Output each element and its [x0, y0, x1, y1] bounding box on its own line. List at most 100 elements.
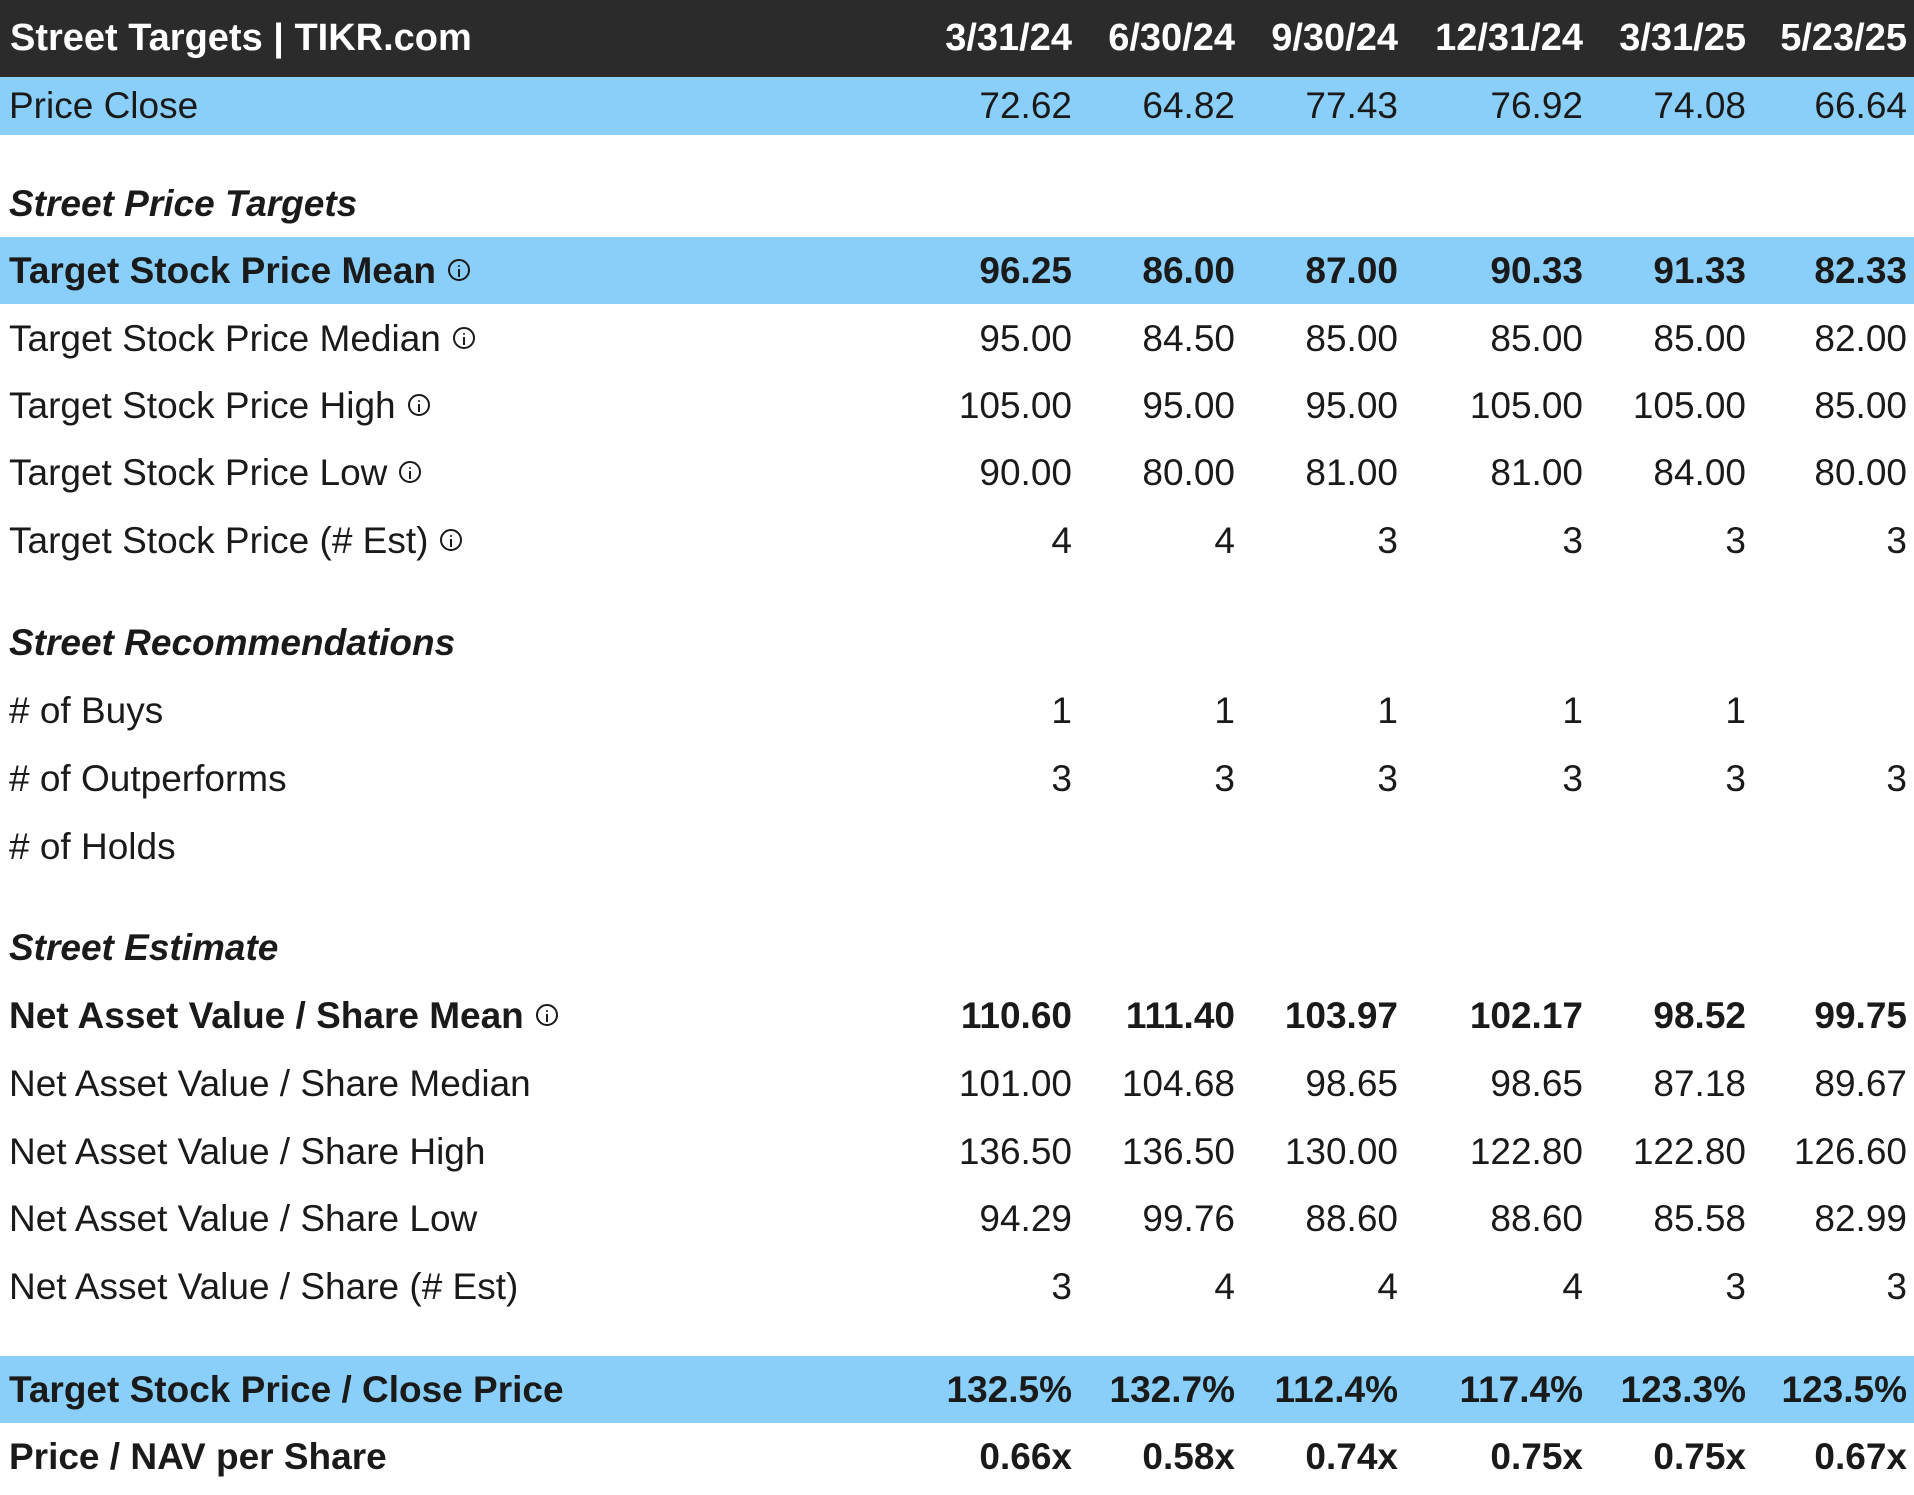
row-value: 0.74x [1305, 1436, 1398, 1477]
row-value: 136.50 [1121, 1131, 1235, 1172]
row-value: 3 [1886, 520, 1907, 561]
row-label: Price / NAV per Share [9, 1436, 387, 1477]
row-value: 91.33 [1653, 250, 1746, 291]
row-value: 95.00 [1305, 385, 1398, 426]
row-label: Net Asset Value / Share High [9, 1131, 486, 1172]
row-value: 99.75 [1814, 995, 1907, 1036]
column-header-date: 3/31/24 [945, 17, 1072, 59]
info-icon[interactable] [452, 327, 475, 350]
row-value: 90.00 [979, 452, 1072, 493]
column-header-date: 12/31/24 [1435, 17, 1583, 59]
target-low-row: Target Stock Price Low 90.00 80.00 81.00… [0, 439, 1914, 506]
table-header: Street Targets | TIKR.com 3/31/24 6/30/2… [0, 0, 1914, 77]
info-icon[interactable] [448, 259, 471, 282]
target-high-row: Target Stock Price High 105.00 95.00 95.… [0, 372, 1914, 439]
row-value: 80.00 [1814, 452, 1907, 493]
row-value: 3 [1562, 758, 1583, 799]
row-label: # of Holds [9, 826, 176, 867]
info-icon[interactable] [440, 529, 463, 552]
row-label: Target Stock Price / Close Price [9, 1369, 564, 1410]
row-value: 112.4% [1274, 1369, 1398, 1410]
row-value: 85.00 [1305, 318, 1398, 359]
row-value: 84.00 [1653, 452, 1746, 493]
row-value: 122.80 [1632, 1131, 1746, 1172]
nav-mean-row: Net Asset Value / Share Mean 110.60 111.… [0, 982, 1914, 1049]
column-header-date: 5/23/25 [1780, 17, 1907, 59]
row-value: 1 [1562, 690, 1583, 731]
row-value: 0.66x [979, 1436, 1072, 1477]
row-value: 0.75x [1653, 1436, 1746, 1477]
section-heading-price-targets: Street Price Targets [9, 183, 358, 224]
row-value: 4 [1377, 1266, 1398, 1307]
row-label: # of Buys [9, 690, 164, 731]
row-value: 0.58x [1142, 1436, 1235, 1477]
row-value: 104.68 [1121, 1063, 1235, 1104]
row-label: Target Stock Price Mean [9, 237, 471, 304]
row-value: 88.60 [1305, 1198, 1398, 1239]
row-value: 136.50 [958, 1131, 1072, 1172]
info-icon[interactable] [535, 1004, 558, 1027]
row-value: 95.00 [1142, 385, 1235, 426]
row-label: Price Close [9, 85, 199, 126]
row-value: 132.5% [946, 1369, 1073, 1410]
row-value: 84.50 [1142, 318, 1235, 359]
row-value: 103.97 [1284, 995, 1398, 1036]
section-heading-recommendations: Street Recommendations [9, 622, 456, 663]
row-value: 64.82 [1142, 85, 1235, 126]
row-value: 72.62 [979, 85, 1072, 126]
row-value: 3 [1562, 520, 1583, 561]
row-value: 4 [1214, 520, 1235, 561]
row-value: 3 [1725, 1266, 1746, 1307]
section-heading-estimate: Street Estimate [9, 927, 279, 968]
target-mean-row: Target Stock Price Mean 96.25 86.00 87.0… [0, 237, 1914, 304]
row-label: # of Outperforms [9, 758, 287, 799]
row-value: 130.00 [1284, 1131, 1398, 1172]
row-value: 3 [1377, 520, 1398, 561]
row-value: 81.00 [1305, 452, 1398, 493]
row-label: Net Asset Value / Share Median [9, 1063, 531, 1104]
row-value: 98.65 [1305, 1063, 1398, 1104]
row-value: 3 [1214, 758, 1235, 799]
buys-row: # of Buys 1 1 1 1 1 [0, 677, 1914, 744]
row-value: 85.00 [1814, 385, 1907, 426]
row-value: 123.5% [1781, 1369, 1908, 1410]
row-value: 94.29 [979, 1198, 1072, 1239]
row-label: Target Stock Price Low [9, 439, 422, 506]
nav-est-row: Net Asset Value / Share (# Est) 3 4 4 4 … [0, 1253, 1914, 1320]
nav-high-row: Net Asset Value / Share High 136.50 136.… [0, 1118, 1914, 1185]
target-close-ratio-row: Target Stock Price / Close Price 132.5% … [0, 1356, 1914, 1423]
row-value: 76.92 [1490, 85, 1583, 126]
row-value: 85.00 [1490, 318, 1583, 359]
target-median-row: Target Stock Price Median 95.00 84.50 85… [0, 305, 1914, 372]
row-value: 126.60 [1793, 1131, 1907, 1172]
row-value: 105.00 [1632, 385, 1746, 426]
row-value: 3 [1725, 520, 1746, 561]
row-value: 80.00 [1142, 452, 1235, 493]
holds-row: # of Holds [0, 813, 1914, 880]
row-value: 1 [1051, 690, 1072, 731]
row-value: 3 [1886, 758, 1907, 799]
row-value: 86.00 [1142, 250, 1235, 291]
row-value: 77.43 [1305, 85, 1398, 126]
info-icon[interactable] [399, 461, 422, 484]
price-nav-row: Price / NAV per Share 0.66x 0.58x 0.74x … [0, 1423, 1914, 1495]
row-value: 1 [1725, 690, 1746, 731]
row-value: 3 [1051, 758, 1072, 799]
row-value: 90.33 [1490, 250, 1583, 291]
row-value: 87.18 [1653, 1063, 1746, 1104]
row-value: 110.60 [960, 995, 1072, 1036]
row-value: 123.3% [1620, 1369, 1747, 1410]
row-value: 102.17 [1469, 995, 1583, 1036]
row-label: Target Stock Price Median [9, 305, 475, 372]
row-value: 99.76 [1142, 1198, 1235, 1239]
info-icon[interactable] [407, 394, 430, 417]
row-value: 117.4% [1459, 1369, 1583, 1410]
row-value: 89.67 [1814, 1063, 1907, 1104]
column-header-date: 3/31/25 [1619, 17, 1746, 59]
row-value: 105.00 [1469, 385, 1583, 426]
row-value: 1 [1377, 690, 1398, 731]
column-header-date: 9/30/24 [1271, 17, 1398, 59]
row-label: Target Stock Price High [9, 372, 430, 439]
row-value: 74.08 [1653, 85, 1746, 126]
row-value: 66.64 [1814, 85, 1907, 126]
